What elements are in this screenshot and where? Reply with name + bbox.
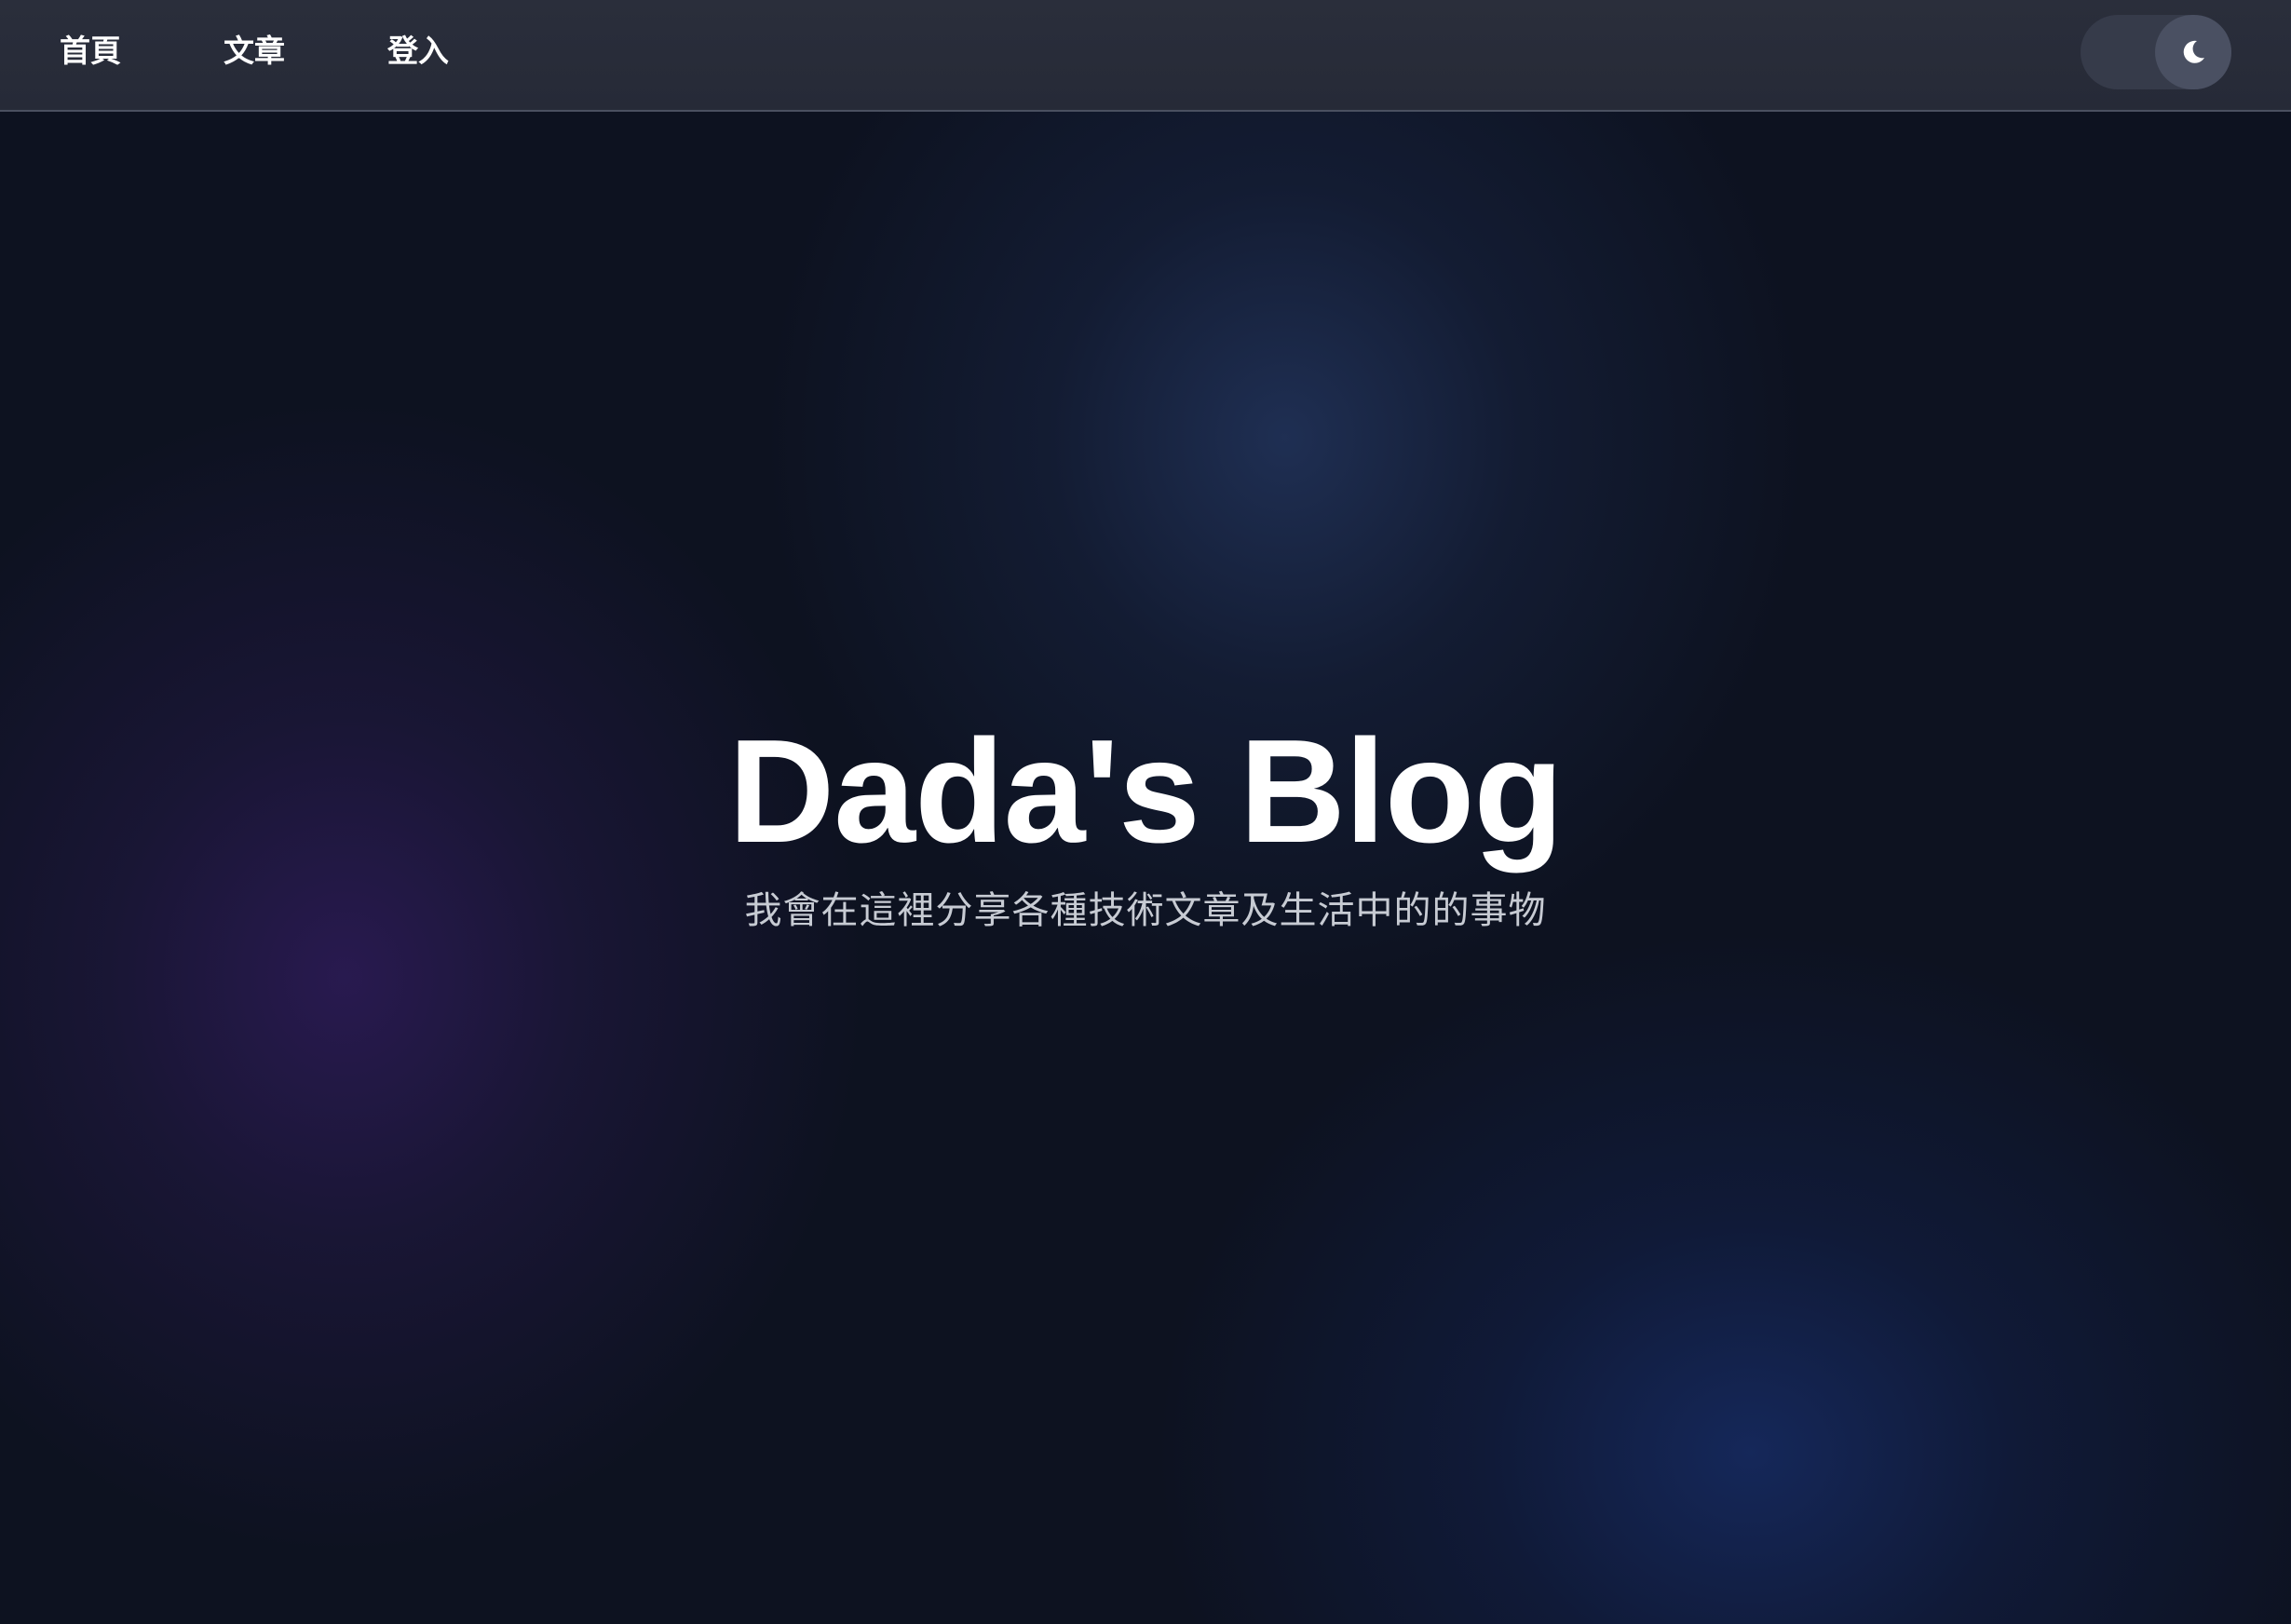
nav-login-link[interactable]: 登入 <box>387 30 449 73</box>
toggle-knob[interactable] <box>2155 15 2231 89</box>
hero-title: Dada's Blog <box>728 710 1564 873</box>
hero-section: Dada's Blog 我會在這裡分享各種技術文章及生活中的的事物 <box>0 708 2291 937</box>
navbar: 首頁 文章 登入 <box>0 0 2291 112</box>
nav-home-link[interactable]: 首頁 <box>60 30 121 73</box>
moon-icon <box>2179 38 2207 66</box>
hero-subtitle: 我會在這裡分享各種技術文章及生活中的的事物 <box>744 889 1547 932</box>
page: 首頁 文章 登入 Dada's Blog 我會在這裡分享各種技術文章及生活中的的… <box>0 0 2291 1624</box>
nav-articles-link[interactable]: 文章 <box>224 30 285 73</box>
theme-toggle[interactable] <box>2081 15 2231 89</box>
